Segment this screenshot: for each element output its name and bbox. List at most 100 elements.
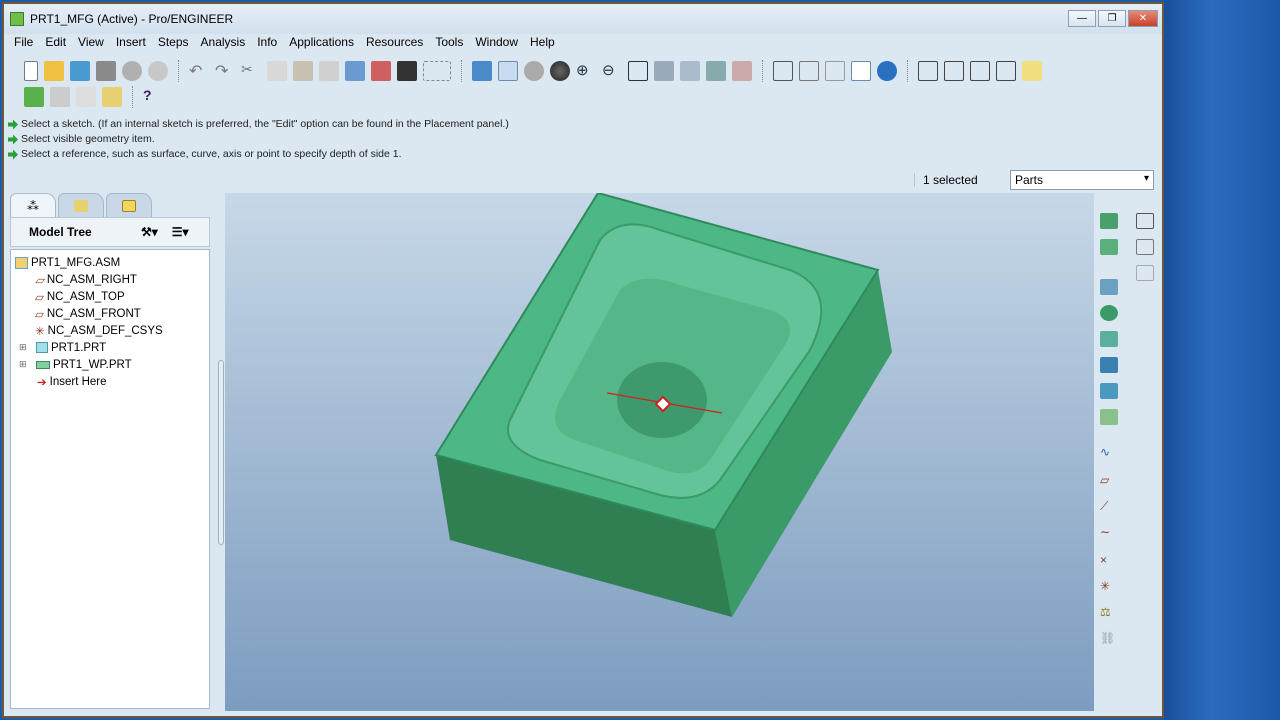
saved-views-icon[interactable] xyxy=(680,61,700,81)
regen-manager-icon[interactable] xyxy=(371,61,391,81)
no-hidden-icon[interactable] xyxy=(825,61,845,81)
coordinate-system-icon[interactable]: ✳ xyxy=(1100,579,1118,595)
spin-center-icon[interactable] xyxy=(498,61,518,81)
trim-icon[interactable] xyxy=(1100,409,1118,425)
tree-item[interactable]: PRT1_MFG.ASM xyxy=(15,254,209,271)
paste-icon[interactable] xyxy=(293,61,313,81)
menu-help[interactable]: Help xyxy=(524,33,561,51)
annotations-icon[interactable] xyxy=(1022,61,1042,81)
repaint-icon[interactable] xyxy=(472,61,492,81)
orient-mode-icon[interactable] xyxy=(524,61,544,81)
refit-icon[interactable] xyxy=(628,61,648,81)
chain-icon[interactable] xyxy=(1136,265,1154,281)
menu-resources[interactable]: Resources xyxy=(360,33,429,51)
send-mail-icon[interactable] xyxy=(122,61,142,81)
maximize-button[interactable]: ❐ xyxy=(1098,10,1126,27)
datum-plane-icon[interactable]: ▱ xyxy=(1100,473,1118,489)
surface-icon[interactable] xyxy=(1136,213,1154,229)
part-icon xyxy=(36,342,48,353)
menu-applications[interactable]: Applications xyxy=(283,33,360,51)
separator xyxy=(132,86,133,108)
mill-volume-icon[interactable] xyxy=(1100,213,1118,229)
find-icon[interactable] xyxy=(397,61,417,81)
datum-points-icon[interactable] xyxy=(970,61,990,81)
menu-window[interactable]: Window xyxy=(469,33,524,51)
datum-planes-icon[interactable] xyxy=(918,61,938,81)
settings-dropdown-icon[interactable]: ⚒▾ xyxy=(141,225,158,239)
menu-steps[interactable]: Steps xyxy=(152,33,195,51)
menu-file[interactable]: File xyxy=(8,33,39,51)
datum-axis-icon[interactable]: ⟋ xyxy=(1100,499,1118,515)
mill-surface-icon[interactable] xyxy=(1100,239,1118,255)
window-icon[interactable] xyxy=(1136,239,1154,255)
tab-folder-browser[interactable] xyxy=(58,193,104,217)
selection-filter-dropdown[interactable]: Parts xyxy=(1010,170,1154,190)
sketch-icon[interactable] xyxy=(1100,279,1118,295)
shaded-icon[interactable] xyxy=(851,61,871,81)
insert-arrow-icon: ➔ xyxy=(37,376,47,389)
tree-item[interactable]: ✳ NC_ASM_DEF_CSYS xyxy=(15,322,209,339)
round-icon[interactable] xyxy=(1100,383,1118,399)
cut-icon[interactable]: ✂ xyxy=(241,61,261,81)
extrude-icon[interactable] xyxy=(1100,305,1118,321)
open-icon[interactable] xyxy=(44,61,64,81)
menu-info[interactable]: Info xyxy=(251,33,283,51)
minimize-button[interactable]: — xyxy=(1068,10,1096,27)
menu-tools[interactable]: Tools xyxy=(429,33,469,51)
shading-icon[interactable] xyxy=(550,61,570,81)
analysis-icon[interactable]: ⚖ xyxy=(1100,605,1118,621)
revolve-icon[interactable] xyxy=(1100,331,1118,347)
workcell-icon[interactable] xyxy=(50,87,70,107)
expand-icon[interactable]: ⊞ xyxy=(19,342,33,353)
menu-insert[interactable]: Insert xyxy=(110,33,152,51)
view-manager-icon[interactable] xyxy=(732,61,752,81)
menu-view[interactable]: View xyxy=(72,33,110,51)
tree-item[interactable]: ⊞ PRT1.PRT xyxy=(15,339,209,356)
menu-analysis[interactable]: Analysis xyxy=(195,33,252,51)
undo-icon[interactable]: ↶ xyxy=(189,61,209,81)
graphics-window[interactable] xyxy=(225,191,1094,711)
reorient-icon[interactable] xyxy=(654,61,674,81)
redo-icon[interactable]: ↷ xyxy=(215,61,235,81)
zoom-out-icon[interactable]: ⊖ xyxy=(602,61,622,81)
zoom-in-icon[interactable]: ⊕ xyxy=(576,61,596,81)
save-icon[interactable] xyxy=(70,61,90,81)
tab-model-tree[interactable]: ⁂ xyxy=(10,193,56,217)
tree-item[interactable]: ➔ Insert Here xyxy=(15,373,209,390)
csys-display-icon[interactable] xyxy=(996,61,1016,81)
selection-count: 1 selected xyxy=(914,173,1010,187)
menu-edit[interactable]: Edit xyxy=(39,33,72,51)
datum-axes-icon[interactable] xyxy=(944,61,964,81)
enhanced-realism-icon[interactable] xyxy=(877,61,897,81)
tree-item[interactable]: ▱ NC_ASM_FRONT xyxy=(15,305,209,322)
print-icon[interactable] xyxy=(96,61,116,81)
tree-item[interactable]: ⊞ PRT1_WP.PRT xyxy=(15,356,209,373)
curve-icon[interactable]: ∿ xyxy=(1100,445,1118,461)
paste-special-icon[interactable] xyxy=(319,61,339,81)
close-button[interactable]: ✕ xyxy=(1128,10,1158,27)
hole-icon[interactable] xyxy=(1100,357,1118,373)
tab-favorites[interactable] xyxy=(106,193,152,217)
context-help-icon[interactable]: ? xyxy=(143,87,163,107)
expand-icon[interactable]: ⊞ xyxy=(19,359,33,370)
selection-box-icon[interactable] xyxy=(423,61,451,81)
panel-splitter[interactable] xyxy=(218,360,224,545)
reference-icon[interactable]: ⛓ xyxy=(1100,631,1118,647)
copy-icon[interactable] xyxy=(267,61,287,81)
message-arrow-icon xyxy=(8,149,18,160)
new-icon[interactable] xyxy=(24,61,38,81)
show-dropdown-icon[interactable]: ☰▾ xyxy=(172,225,189,239)
datum-point-icon[interactable]: × xyxy=(1100,553,1118,569)
layers-icon[interactable] xyxy=(706,61,726,81)
wireframe-icon[interactable] xyxy=(773,61,793,81)
datum-curve-icon[interactable]: ∼ xyxy=(1100,525,1118,541)
regenerate-icon[interactable] xyxy=(345,61,365,81)
tool-manager-icon[interactable] xyxy=(76,87,96,107)
operation-icon[interactable] xyxy=(102,87,122,107)
tree-item[interactable]: ▱ NC_ASM_TOP xyxy=(15,288,209,305)
hidden-line-icon[interactable] xyxy=(799,61,819,81)
separator xyxy=(762,60,763,82)
tree-item[interactable]: ▱ NC_ASM_RIGHT xyxy=(15,271,209,288)
send-link-icon[interactable] xyxy=(148,61,168,81)
mfg-model-icon[interactable] xyxy=(24,87,44,107)
